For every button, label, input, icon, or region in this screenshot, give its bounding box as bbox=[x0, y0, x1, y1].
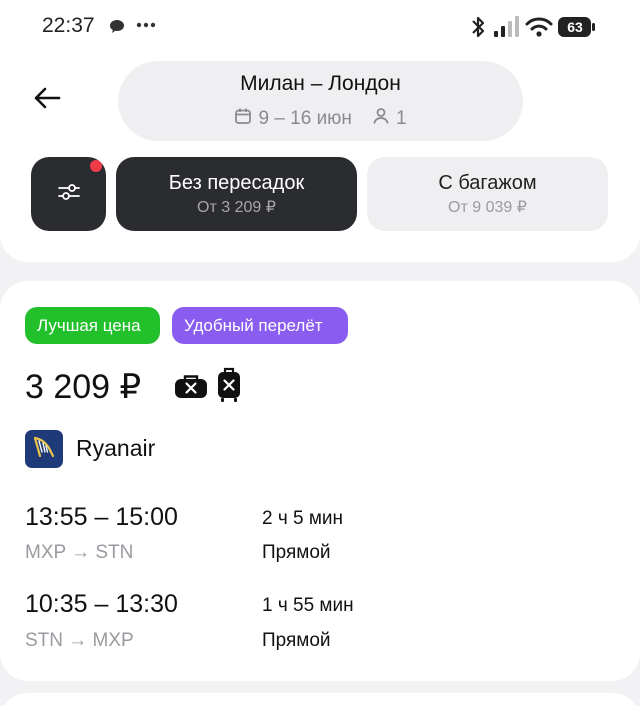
more-dots-icon bbox=[136, 22, 156, 28]
segment-outbound-duration: 2 ч 5 мин bbox=[262, 508, 344, 529]
chip-with-baggage[interactable]: С багажом От 9 039 ₽ bbox=[367, 157, 608, 231]
trip-dates: 9 – 16 июн bbox=[258, 108, 352, 129]
filters-button[interactable] bbox=[31, 157, 106, 231]
no-carry-on-icon bbox=[216, 367, 242, 408]
next-offer-card[interactable] bbox=[0, 693, 640, 706]
harp-logo-icon bbox=[31, 434, 57, 465]
status-time: 22:37 bbox=[42, 14, 95, 37]
chip-nonstop-title: Без пересадок bbox=[168, 172, 305, 194]
chip-with-baggage-title: С багажом bbox=[438, 172, 537, 194]
battery-level: 63 bbox=[567, 19, 583, 35]
segment-return-time: 10:35 – 13:30 bbox=[25, 590, 178, 618]
signal-icon bbox=[493, 16, 519, 38]
chip-nonstop-price: От 3 209 ₽ bbox=[197, 199, 276, 216]
airline-logo bbox=[25, 430, 63, 468]
passenger-icon bbox=[372, 107, 390, 131]
badge-convenient-flight: Удобный перелёт bbox=[172, 307, 348, 344]
segment-outbound-route: MXP → STN bbox=[25, 542, 134, 563]
badge-best-price: Лучшая цена bbox=[25, 307, 160, 344]
status-bar: 22:37 63 bbox=[0, 0, 640, 56]
chip-nonstop[interactable]: Без пересадок От 3 209 ₽ bbox=[116, 157, 357, 231]
back-button[interactable] bbox=[22, 78, 72, 122]
segment-return-duration: 1 ч 55 мин bbox=[262, 595, 354, 616]
bluetooth-icon bbox=[470, 14, 486, 40]
route-summary[interactable]: Милан – Лондон 9 – 16 июн 1 bbox=[118, 61, 523, 141]
filter-indicator-dot bbox=[90, 160, 102, 172]
arrow-left-icon bbox=[33, 86, 61, 115]
search-header-panel: 22:37 63 Милан – Лондон 9 – 16 июн 1 Без… bbox=[0, 0, 640, 262]
segment-return-route: STN → MXP bbox=[25, 630, 134, 651]
route-details: 9 – 16 июн 1 bbox=[118, 107, 523, 131]
no-baggage-icon bbox=[174, 373, 208, 404]
passenger-count: 1 bbox=[395, 108, 407, 129]
segment-outbound-time: 13:55 – 15:00 bbox=[25, 503, 178, 531]
chip-with-baggage-price: От 9 039 ₽ bbox=[448, 199, 527, 216]
offer-price: 3 209 ₽ bbox=[25, 368, 142, 406]
wifi-icon bbox=[525, 16, 553, 38]
chat-bubble-icon bbox=[108, 18, 126, 36]
calendar-icon bbox=[234, 107, 252, 131]
battery-icon: 63 bbox=[558, 16, 596, 38]
flight-offer-card[interactable]: Лучшая цена Удобный перелёт 3 209 ₽ Ryan… bbox=[0, 281, 640, 681]
airline-name: Ryanair bbox=[76, 435, 156, 461]
segment-return-type: Прямой bbox=[262, 630, 331, 651]
segment-outbound-type: Прямой bbox=[262, 542, 331, 563]
sliders-icon bbox=[57, 182, 81, 207]
route-title: Милан – Лондон bbox=[240, 72, 401, 95]
